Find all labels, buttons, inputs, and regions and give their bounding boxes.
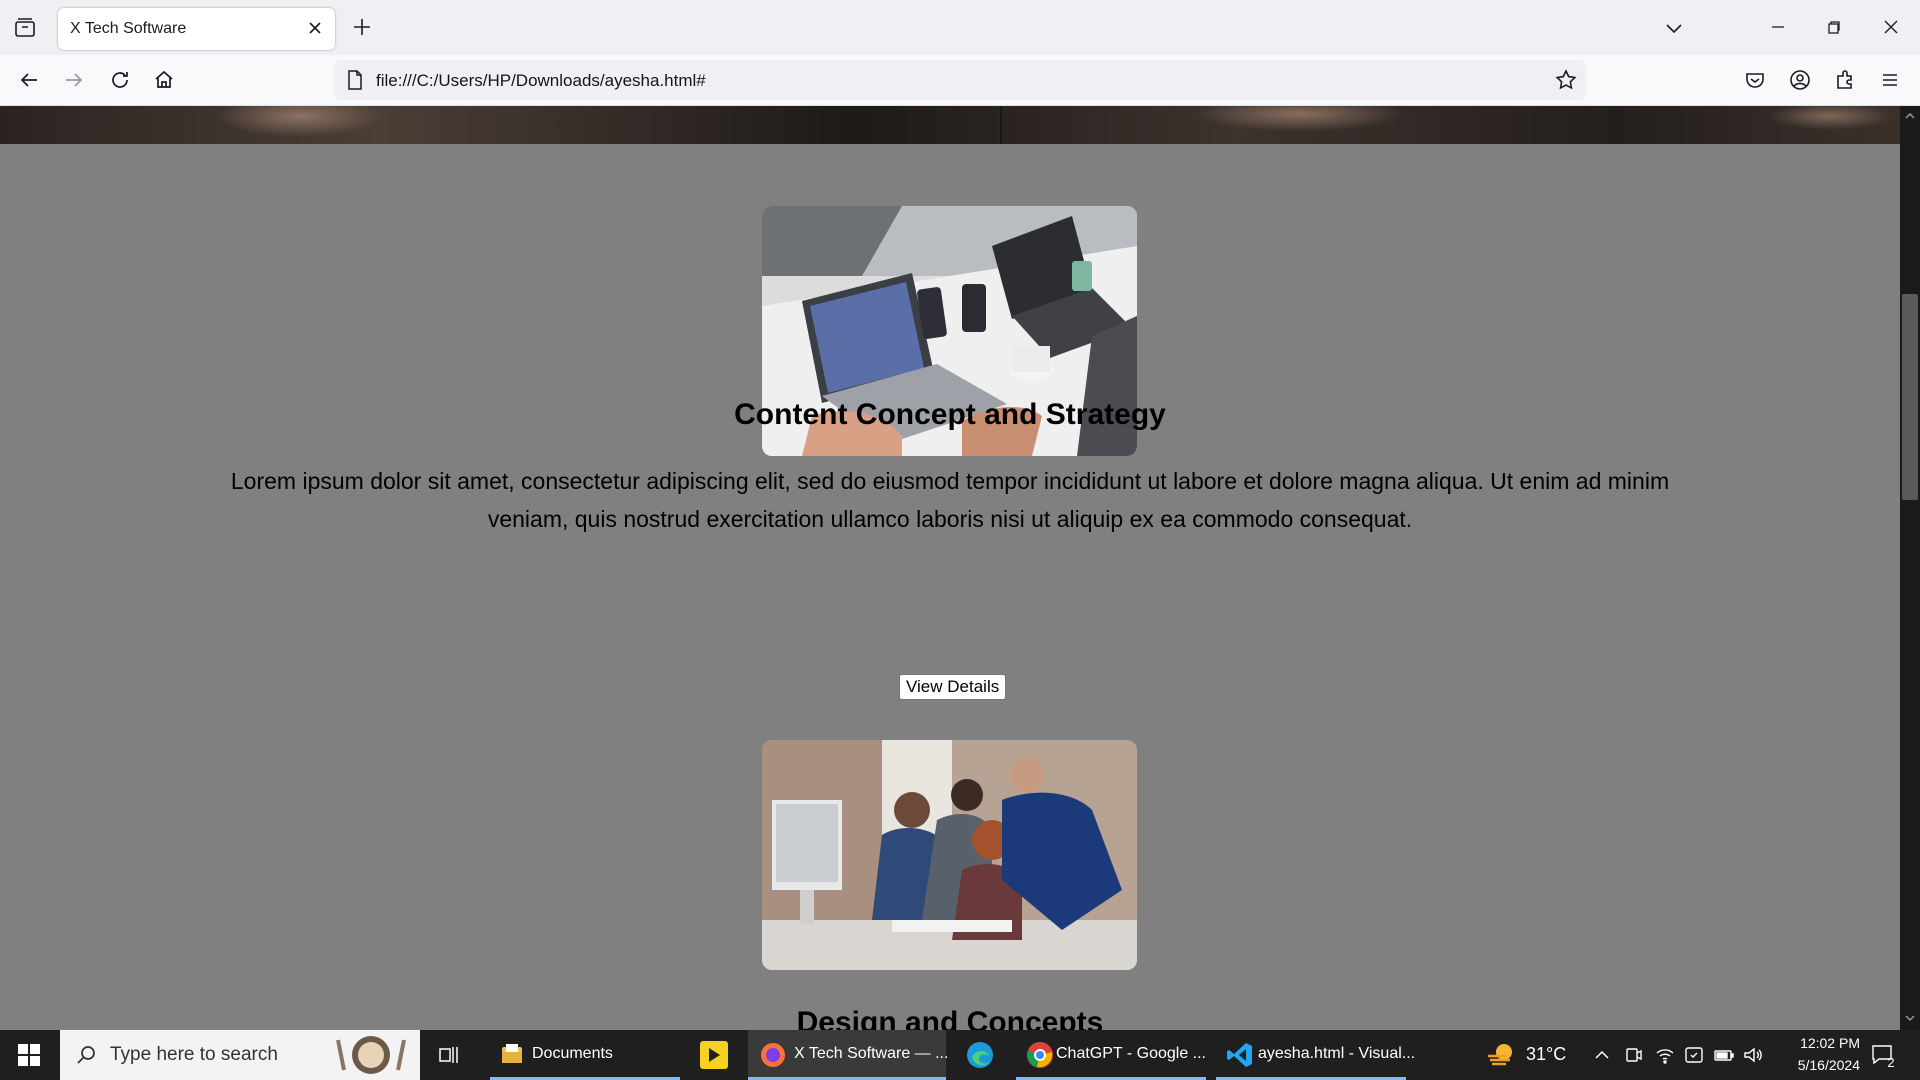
taskbar-edge[interactable]	[956, 1030, 1006, 1080]
scroll-down-icon[interactable]	[1904, 1012, 1916, 1024]
task-view-icon[interactable]	[438, 1044, 460, 1066]
search-highlight-icon	[336, 1036, 406, 1074]
tab-manager-icon[interactable]	[12, 16, 38, 40]
security-icon[interactable]	[1684, 1045, 1704, 1065]
page-scrollbar[interactable]	[1900, 106, 1920, 1030]
taskbar-documents[interactable]: Documents	[490, 1030, 680, 1080]
chrome-icon	[1027, 1042, 1053, 1068]
search-icon	[77, 1046, 95, 1064]
taskbar-search-box[interactable]: Type here to search	[60, 1030, 420, 1080]
close-tab-icon[interactable]	[305, 18, 325, 38]
back-icon[interactable]	[16, 67, 42, 93]
player-app-icon	[700, 1041, 728, 1069]
section-title: Design and Concepts	[796, 1006, 1104, 1030]
meet-now-icon[interactable]	[1625, 1045, 1643, 1065]
close-window-icon[interactable]	[1878, 14, 1904, 40]
hero-image-seam	[1000, 106, 1002, 144]
taskbar-vscode[interactable]: ayesha.html - Visual...	[1216, 1030, 1415, 1080]
battery-icon[interactable]	[1713, 1046, 1735, 1064]
vscode-icon	[1227, 1043, 1252, 1067]
home-icon[interactable]	[151, 67, 177, 93]
taskbar-chrome[interactable]: ChatGPT - Google ...	[1016, 1030, 1206, 1080]
menu-icon[interactable]	[1877, 67, 1903, 93]
scrollbar-thumb[interactable]	[1902, 294, 1918, 500]
new-tab-icon[interactable]	[350, 15, 374, 39]
pocket-icon[interactable]	[1742, 67, 1768, 93]
account-icon[interactable]	[1787, 67, 1813, 93]
weather-temperature[interactable]: 31°C	[1526, 1044, 1566, 1065]
wifi-icon[interactable]	[1655, 1045, 1675, 1065]
restore-icon[interactable]	[1821, 14, 1847, 40]
taskbar-label: Documents	[532, 1045, 613, 1062]
tab-title: X Tech Software	[70, 20, 187, 37]
bookmark-star-icon[interactable]	[1554, 68, 1578, 92]
taskbar-player[interactable]	[690, 1030, 740, 1080]
windows-start-icon[interactable]	[18, 1044, 40, 1066]
extensions-icon[interactable]	[1832, 67, 1858, 93]
taskbar-label: X Tech Software — ...	[794, 1045, 949, 1062]
reload-icon[interactable]	[107, 67, 133, 93]
section-title: Content Concept and Strategy	[734, 398, 1166, 431]
minimize-icon[interactable]	[1765, 14, 1791, 40]
scroll-up-icon[interactable]	[1904, 110, 1916, 122]
show-hidden-icons-icon[interactable]	[1594, 1047, 1610, 1063]
taskbar-label: ChatGPT - Google ...	[1056, 1045, 1206, 1062]
firefox-icon	[761, 1043, 785, 1067]
taskbar-label: ayesha.html - Visual...	[1258, 1045, 1416, 1062]
weather-icon[interactable]	[1486, 1042, 1516, 1068]
tab-active[interactable]: X Tech Software	[58, 8, 335, 50]
edge-icon	[967, 1042, 993, 1068]
clock-time[interactable]: 12:02 PM	[1760, 1035, 1860, 1051]
list-all-tabs-icon[interactable]	[1662, 16, 1686, 40]
windows-taskbar: Type here to search Documents X Tech Sof…	[0, 1030, 1920, 1080]
search-placeholder: Type here to search	[110, 1044, 278, 1065]
page-viewport: Content Concept and Strategy Lorem ipsum…	[0, 106, 1900, 1030]
forward-icon[interactable]	[61, 67, 87, 93]
view-details-button[interactable]: View Details	[899, 674, 1007, 700]
taskbar-firefox[interactable]: X Tech Software — ...	[748, 1030, 949, 1080]
browser-nav-bar: file:///C:/Users/HP/Downloads/ayesha.htm…	[0, 55, 1920, 106]
page-icon	[348, 70, 362, 90]
url-bar[interactable]: file:///C:/Users/HP/Downloads/ayesha.htm…	[334, 60, 1586, 100]
hero-image-bottom	[0, 106, 1900, 144]
notification-count: 2	[1887, 1055, 1895, 1070]
url-text[interactable]: file:///C:/Users/HP/Downloads/ayesha.htm…	[376, 71, 706, 91]
design-concepts-image	[762, 740, 1137, 970]
file-explorer-icon	[502, 1044, 522, 1063]
section-description: Lorem ipsum dolor sit amet, consectetur …	[230, 468, 1670, 532]
clock-date[interactable]: 5/16/2024	[1760, 1057, 1860, 1073]
browser-tab-bar: X Tech Software	[0, 0, 1920, 55]
